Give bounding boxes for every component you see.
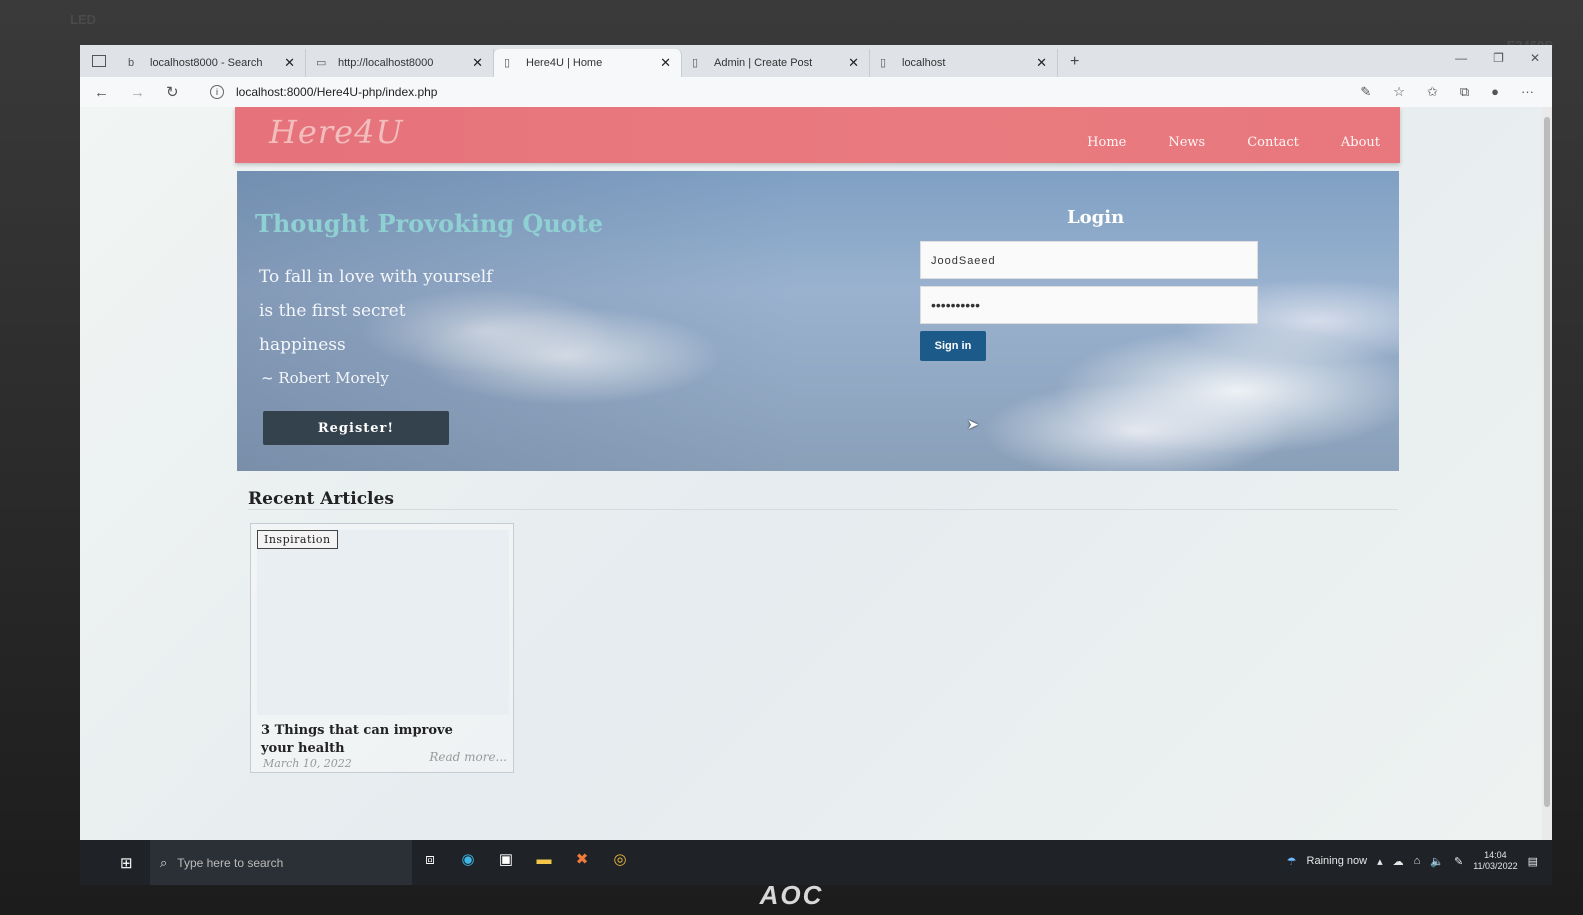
username-field[interactable]: JoodSaeed	[920, 241, 1258, 279]
volume-icon[interactable]: 🔈	[1430, 855, 1444, 868]
category-tag[interactable]: Inspiration	[257, 530, 338, 549]
collections-icon[interactable]: ⧉	[1460, 84, 1469, 100]
edge-icon[interactable]: ◉	[458, 850, 478, 870]
nav-home[interactable]: Home	[1087, 135, 1126, 150]
reload-icon[interactable]: ↻	[166, 83, 202, 101]
article-date: March 10, 2022	[263, 757, 352, 770]
info-icon[interactable]: i	[210, 85, 224, 99]
xampp-icon[interactable]: ✖	[572, 850, 592, 870]
clock-date: 11/03/2022	[1473, 861, 1518, 871]
tab-title: Admin | Create Post	[714, 57, 813, 69]
web-page: Here4U Home News Contact About Thought P…	[80, 107, 1542, 840]
weather-text[interactable]: Raining now	[1307, 855, 1368, 867]
taskbar-apps: ⧈ ◉ ▣ ▬ ✖ ◎	[420, 850, 630, 870]
browser-tabstrip: b localhost8000 - Search ✕ ▭ http://loca…	[80, 45, 1552, 77]
browser-tab[interactable]: ▯ Admin | Create Post ✕	[682, 49, 870, 77]
recent-articles-title: Recent Articles	[248, 489, 394, 509]
tab-actions-icon[interactable]	[92, 55, 106, 67]
forward-icon[interactable]: →	[130, 84, 166, 101]
page-icon: ▯	[880, 57, 887, 69]
taskbar-search[interactable]: ⌕ Type here to search	[150, 840, 412, 885]
hero-banner: Thought Provoking Quote To fall in love …	[237, 171, 1399, 471]
favorites-icon[interactable]: ✩	[1427, 84, 1438, 100]
restore-icon[interactable]: ❐	[1493, 51, 1504, 65]
tab-title: Here4U | Home	[526, 57, 603, 69]
add-favorite-icon[interactable]: ☆	[1393, 84, 1405, 100]
close-window-icon[interactable]: ✕	[1530, 51, 1540, 65]
close-icon[interactable]: ✕	[284, 55, 295, 71]
weather-icon[interactable]: ☂	[1287, 855, 1297, 868]
main-nav: Home News Contact About	[1087, 135, 1380, 150]
taskbar-search-placeholder: Type here to search	[177, 855, 284, 870]
minimize-icon[interactable]: —	[1455, 51, 1467, 65]
quote-line: To fall in love with yourself	[259, 267, 493, 287]
browser-tab[interactable]: b localhost8000 - Search ✕	[118, 49, 306, 77]
site-header: Here4U Home News Contact About	[235, 107, 1400, 163]
tray-apps-icon[interactable]: ▴	[1377, 855, 1383, 868]
mouse-cursor-icon: ➤	[967, 416, 979, 432]
tab-title: http://localhost8000	[338, 57, 434, 69]
more-icon[interactable]: ···	[1521, 84, 1534, 100]
windows-start-icon[interactable]: ⊞	[120, 854, 133, 872]
url-text[interactable]: localhost:8000/Here4U-php/index.php	[236, 85, 437, 99]
monitor-frame: LED E2460S AOC b localhost8000 - Search …	[0, 0, 1583, 915]
nav-news[interactable]: News	[1168, 135, 1205, 150]
browser-tab[interactable]: ▭ http://localhost8000 ✕	[306, 49, 494, 77]
tab-title: localhost	[902, 57, 946, 69]
windows-taskbar: ⊞ ⌕ Type here to search ⧈ ◉ ▣ ▬ ✖ ◎ ☂ Ra…	[80, 840, 1552, 885]
login-title: Login	[1067, 207, 1125, 228]
close-icon[interactable]: ✕	[1036, 55, 1047, 71]
profile-icon[interactable]: ●	[1491, 84, 1499, 100]
onedrive-icon[interactable]: ☁	[1393, 855, 1404, 868]
pen-icon[interactable]: ✎	[1454, 855, 1463, 868]
clock[interactable]: 14:04 11/03/2022	[1473, 850, 1517, 872]
monitor-brand-label: LED	[70, 12, 96, 27]
register-button[interactable]: Register!	[263, 411, 449, 445]
divider	[248, 509, 1398, 510]
quote-author: ~ Robert Morely	[261, 369, 389, 387]
scrollbar-thumb[interactable]	[1544, 117, 1550, 807]
browser-tools: ✎ ☆ ✩ ⧉ ● ···	[1360, 84, 1534, 100]
browser-tab[interactable]: ▯ localhost ✕	[870, 49, 1058, 77]
store-icon[interactable]: ▣	[496, 850, 516, 870]
page-icon: ▭	[316, 57, 327, 69]
quote-line: is the first secret	[259, 301, 406, 321]
new-tab-icon[interactable]: +	[1070, 53, 1079, 71]
network-icon[interactable]: ⌂	[1414, 855, 1421, 867]
browser-tab-active[interactable]: ▯ Here4U | Home ✕	[494, 49, 682, 77]
quote-line: happiness	[259, 335, 346, 355]
article-card[interactable]: Inspiration 3 Things that can improve yo…	[250, 523, 514, 773]
chrome-icon[interactable]: ◎	[610, 850, 630, 870]
system-tray: ☂ Raining now ▴ ☁ ⌂ 🔈 ✎ 14:04 11/03/2022…	[1287, 850, 1538, 872]
page-icon: ▯	[504, 57, 511, 69]
password-field[interactable]: ••••••••••	[920, 286, 1258, 324]
article-image[interactable]	[257, 530, 509, 715]
page-scrollbar[interactable]	[1542, 107, 1552, 840]
nav-about[interactable]: About	[1341, 135, 1380, 150]
window-controls: — ❐ ✕	[1455, 51, 1540, 65]
close-icon[interactable]: ✕	[472, 55, 483, 71]
close-icon[interactable]: ✕	[660, 55, 671, 71]
site-logo[interactable]: Here4U	[269, 113, 403, 151]
nav-contact[interactable]: Contact	[1247, 135, 1299, 150]
screen: b localhost8000 - Search ✕ ▭ http://loca…	[80, 45, 1552, 885]
sign-in-button[interactable]: Sign in	[920, 331, 986, 361]
clock-time: 14:04	[1484, 850, 1507, 860]
search-icon: b	[128, 57, 135, 69]
back-icon[interactable]: ←	[94, 84, 130, 101]
address-bar[interactable]: i localhost:8000/Here4U-php/index.php	[210, 85, 437, 99]
file-explorer-icon[interactable]: ▬	[534, 850, 554, 870]
search-icon: ⌕	[160, 854, 168, 870]
read-more-link[interactable]: Read more...	[429, 750, 507, 764]
page-icon: ▯	[692, 57, 699, 69]
browser-toolbar: ← → ↻ i localhost:8000/Here4U-php/index.…	[80, 77, 1552, 107]
quote-title: Thought Provoking Quote	[255, 209, 604, 238]
task-view-icon[interactable]: ⧈	[420, 850, 440, 870]
tab-title: localhost8000 - Search	[150, 57, 263, 69]
close-icon[interactable]: ✕	[848, 55, 859, 71]
read-aloud-icon[interactable]: ✎	[1360, 84, 1371, 100]
notifications-icon[interactable]: ▤	[1528, 855, 1538, 868]
